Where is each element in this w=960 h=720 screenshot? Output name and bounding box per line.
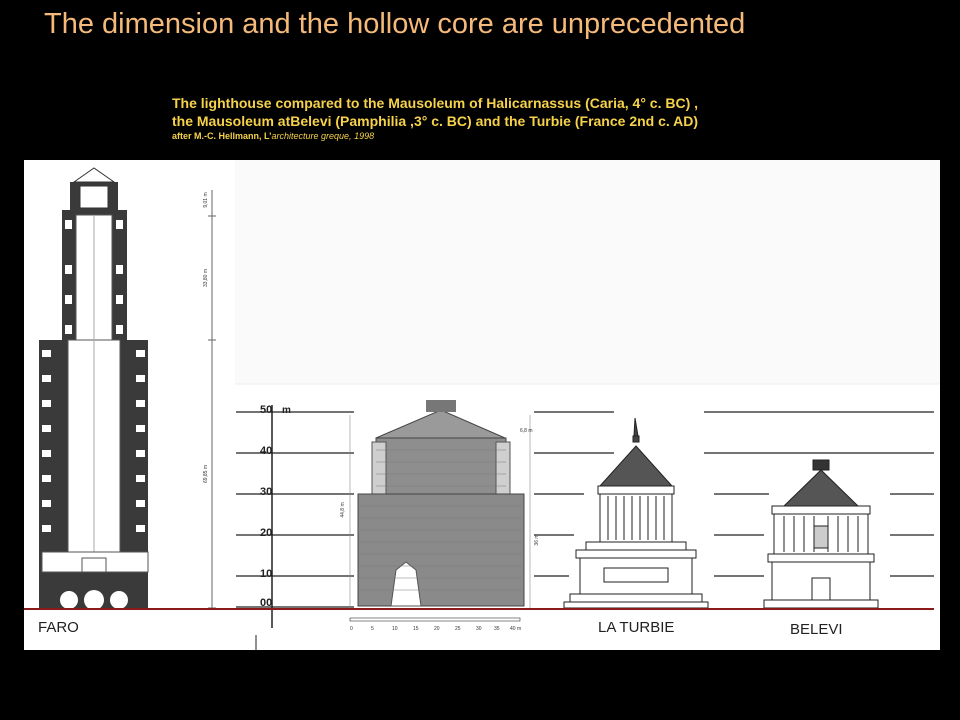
caption-credit: after M.-C. Hellmann, L’architecture gre… — [172, 130, 698, 142]
belevi-pyramid-roof — [782, 469, 860, 507]
bar-scale-5: 5 — [371, 626, 374, 632]
scale-unit: m — [282, 405, 291, 416]
height-scale — [236, 405, 354, 650]
faro-dim-top: 9,01 m — [203, 192, 209, 207]
bar-scale-20: 20 — [434, 626, 440, 632]
la-turbie-stepped-roof — [598, 445, 674, 487]
faro-lantern-window — [79, 185, 109, 209]
label-belevi: BELEVI — [790, 621, 843, 638]
credit-prefix: after M.-C. Hellmann, L’ — [172, 131, 272, 141]
belevi-drawing — [763, 459, 879, 609]
faro-drawing: 9,01 m 33,80 m 69,85 m — [39, 167, 216, 610]
caption-line-1: The lighthouse compared to the Mausoleum… — [172, 95, 699, 111]
comparison-drawing: 9,01 m 33,80 m 69,85 m 50 m 40 30 20 10 … — [24, 160, 940, 650]
bar-scale-25: 25 — [455, 626, 461, 632]
mausoleum-pyramid-roof — [375, 409, 506, 439]
bar-scale-10: 10 — [392, 626, 398, 632]
scale-tick-40: 40 — [260, 445, 272, 457]
bar-scale-40: 40 m — [510, 626, 521, 632]
label-faro: FARO — [38, 619, 79, 636]
mausoleum-dim-podium: 36 m — [534, 534, 540, 545]
bar-scale-0: 0 — [350, 626, 353, 632]
la-turbie-colonnade — [599, 493, 673, 543]
scale-tick-20: 20 — [260, 527, 272, 539]
faro-base-arch-right — [110, 591, 128, 609]
upper-blank-area — [235, 160, 940, 384]
mausoleum-podium — [357, 493, 525, 607]
caption-line-2: the Mausoleum atBelevi (Pamphilia ,3° c.… — [172, 113, 699, 129]
bar-scale: 0 5 10 15 20 25 30 35 40 m — [349, 617, 521, 632]
figure-caption: The lighthouse compared to the Mausoleum… — [172, 94, 698, 142]
mausoleum-colonnade — [375, 437, 507, 495]
scale-tick-10: 10 — [260, 568, 272, 580]
mausoleum-halicarnassus-drawing: 44,8 m 6,8 m 36 m 0 5 10 15 20 25 30 35 … — [340, 400, 540, 632]
mausoleum-dim-top: 6,8 m — [520, 428, 533, 434]
faro-dim-bottom: 69,85 m — [203, 465, 209, 483]
mausoleum-dim-total: 44,8 m — [340, 502, 346, 517]
faro-cupola — [72, 167, 116, 183]
la-turbie-drawing — [563, 417, 709, 609]
bar-scale-15: 15 — [413, 626, 419, 632]
scale-tick-00: 00 — [260, 597, 272, 609]
slide-title: The dimension and the hollow core are un… — [44, 8, 746, 40]
scale-tick-30: 30 — [260, 486, 272, 498]
label-la-turbie: LA TURBIE — [598, 619, 674, 636]
scale-tick-50: 50 — [260, 404, 272, 416]
faro-base-arch-center — [84, 590, 104, 610]
comparison-figure: 9,01 m 33,80 m 69,85 m 50 m 40 30 20 10 … — [24, 160, 940, 650]
bar-scale-35: 35 — [494, 626, 500, 632]
bar-scale-30: 30 — [476, 626, 482, 632]
faro-base-arch-left — [60, 591, 78, 609]
faro-dim-middle: 33,80 m — [203, 269, 209, 287]
mausoleum-quadriga — [426, 400, 456, 412]
credit-title: architecture greque, 1998 — [271, 131, 375, 141]
